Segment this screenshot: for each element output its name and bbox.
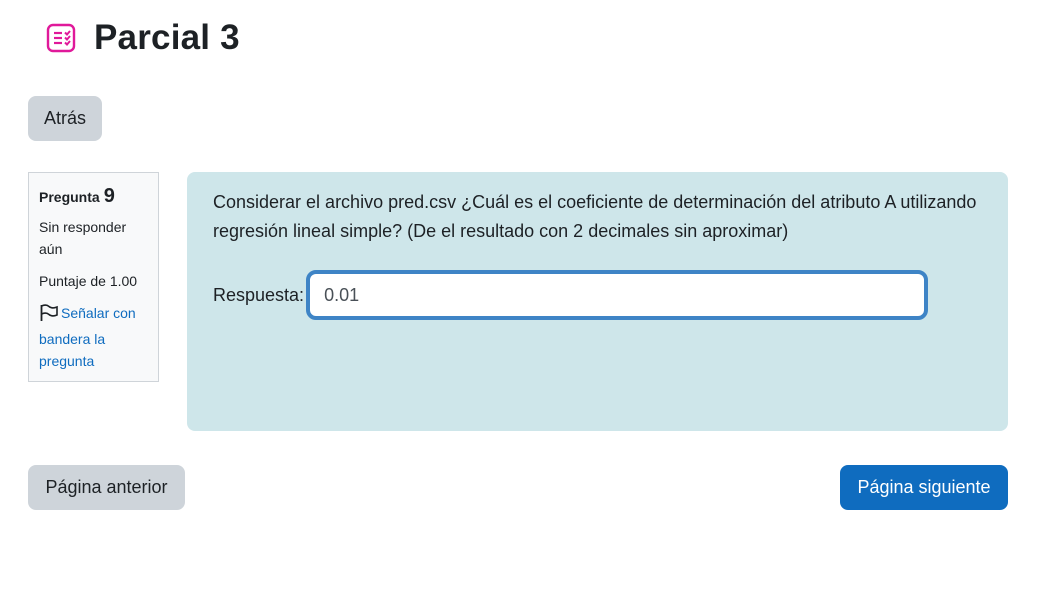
answer-input[interactable] [306,270,929,320]
question-number: Pregunta 9 [39,183,148,210]
flag-icon [39,304,59,328]
previous-page-button[interactable]: Página anterior [28,465,185,510]
next-page-button[interactable]: Página siguiente [840,465,1008,510]
back-button[interactable]: Atrás [28,96,102,141]
answer-label: Respuesta: [213,284,305,305]
quiz-icon [44,21,78,55]
question-content: Considerar el archivo pred.csv ¿Cuál es … [187,172,1008,431]
page-header: Parcial 3 [44,14,240,62]
question-info: Pregunta 9 Sin responder aún Puntaje de 1… [28,172,159,382]
flag-question-link[interactable]: Señalar con bandera la pregunta [39,302,148,372]
page-title: Parcial 3 [94,18,240,57]
question-number-value: 9 [103,185,115,207]
question-grade: Puntaje de 1.00 [39,273,138,289]
question-state: Sin responder aún [39,219,127,257]
question-text: Considerar el archivo pred.csv ¿Cuál es … [213,192,977,241]
answer-row: Respuesta: [213,270,929,320]
question-label: Pregunta [39,189,100,205]
